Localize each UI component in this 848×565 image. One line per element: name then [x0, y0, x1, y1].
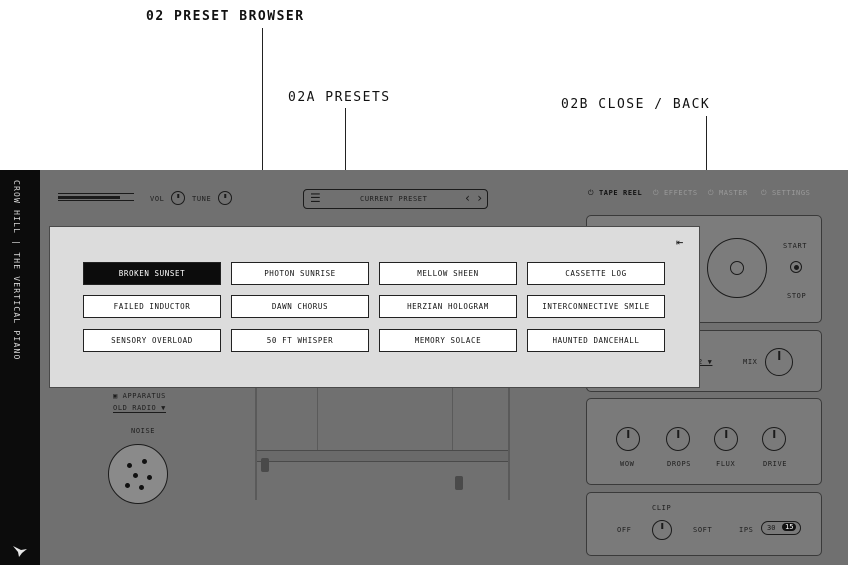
start-label: START — [783, 242, 808, 250]
power-icon: ⏻ — [653, 189, 660, 197]
annotation-preset-browser: 02 PRESET BROWSER — [146, 9, 305, 24]
ips-option-15[interactable]: 15 — [782, 523, 797, 531]
soft-label: SOFT — [693, 526, 713, 534]
drops-label: DROPS — [667, 460, 692, 468]
sidebar-title: CROW HILL | THE VERTICAL PIANO — [12, 180, 21, 361]
ips-option-30[interactable]: 30 — [767, 524, 775, 532]
flux-knob[interactable] — [714, 427, 738, 451]
preset-memory-solace[interactable]: MEMORY SOLACE — [379, 329, 517, 352]
flux-label: FLUX — [716, 460, 736, 468]
preset-sensory-overload[interactable]: SENSORY OVERLOAD — [83, 329, 221, 352]
preset-display-name: CURRENT PRESET — [360, 195, 428, 203]
power-icon: ⏻ — [588, 189, 595, 197]
power-icon: ⏻ — [761, 189, 768, 197]
tape-reel[interactable] — [707, 238, 767, 298]
tune-label: TUNE — [192, 195, 212, 203]
drive-label: DRIVE — [763, 460, 788, 468]
clip-knob[interactable] — [652, 520, 672, 540]
preset-haunted-dancehall[interactable]: HAUNTED DANCEHALL — [527, 329, 665, 352]
clip-label: CLIP — [652, 504, 672, 512]
tab-settings[interactable]: ⏻ SETTINGS — [761, 189, 810, 198]
vol-knob[interactable] — [171, 191, 185, 205]
apparatus-select[interactable]: OLD RADIO ▼ — [113, 404, 166, 413]
preset-dawn-chorus[interactable]: DAWN CHORUS — [231, 295, 369, 318]
clip-panel: CLIP OFF SOFT IPS 30 15 — [586, 492, 822, 556]
vol-label: VOL — [150, 195, 165, 203]
wow-label: WOW — [620, 460, 635, 468]
annotation-presets: 02A PRESETS — [288, 90, 391, 105]
ips-toggle[interactable]: 30 15 — [761, 521, 801, 535]
start-stop-switch[interactable] — [790, 261, 802, 273]
noise-knob[interactable] — [108, 444, 168, 504]
preset-photon-sunrise[interactable]: PHOTON SUNRISE — [231, 262, 369, 285]
annotation-close-back: 02B CLOSE / BACK — [561, 97, 711, 112]
preset-display[interactable]: ☰ CURRENT PRESET ‹ › — [303, 189, 488, 209]
wow-knob[interactable] — [616, 427, 640, 451]
mix-knob[interactable] — [765, 348, 793, 376]
preset-herzian-hologram[interactable]: HERZIAN HOLOGRAM — [379, 295, 517, 318]
radio-icon: ▣ — [113, 392, 118, 400]
tune-knob[interactable] — [218, 191, 232, 205]
preset-50-ft-whisper[interactable]: 50 FT WHISPER — [231, 329, 369, 352]
preset-interconnective-smile[interactable]: INTERCONNECTIVE SMILE — [527, 295, 665, 318]
drops-knob[interactable] — [666, 427, 690, 451]
menu-icon[interactable]: ☰ — [310, 191, 321, 205]
preset-broken-sunset[interactable]: BROKEN SUNSET — [83, 262, 221, 285]
noise-label: NOISE — [131, 427, 156, 435]
preset-mellow-sheen[interactable]: MELLOW SHEEN — [379, 262, 517, 285]
next-preset-icon[interactable]: › — [476, 191, 483, 205]
close-back-button[interactable]: ⇤ — [676, 235, 683, 249]
master-panel: WOW DROPS FLUX DRIVE — [586, 398, 822, 485]
preset-failed-inductor[interactable]: FAILED INDUCTOR — [83, 295, 221, 318]
tab-master[interactable]: ⏻ MASTER — [708, 189, 748, 198]
ips-label: IPS — [739, 526, 754, 534]
crow-logo-icon — [13, 546, 27, 557]
effect-select[interactable]: 2 ▼ — [698, 358, 712, 366]
stop-label: STOP — [787, 292, 807, 300]
preset-cassette-log[interactable]: CASSETTE LOG — [527, 262, 665, 285]
sidebar: CROW HILL | THE VERTICAL PIANO — [0, 170, 40, 565]
tab-tape-reel[interactable]: ⏻ TAPE REEL — [588, 189, 642, 198]
prev-preset-icon[interactable]: ‹ — [464, 191, 471, 205]
drive-knob[interactable] — [762, 427, 786, 451]
apparatus-label: ▣ APPARATUS — [113, 392, 166, 400]
tab-effects[interactable]: ⏻ EFFECTS — [653, 189, 698, 198]
off-label: OFF — [617, 526, 632, 534]
power-icon: ⏻ — [708, 189, 715, 197]
piano-illustration — [255, 388, 510, 500]
volume-meter[interactable] — [58, 193, 134, 201]
mix-label: MIX — [743, 358, 758, 366]
